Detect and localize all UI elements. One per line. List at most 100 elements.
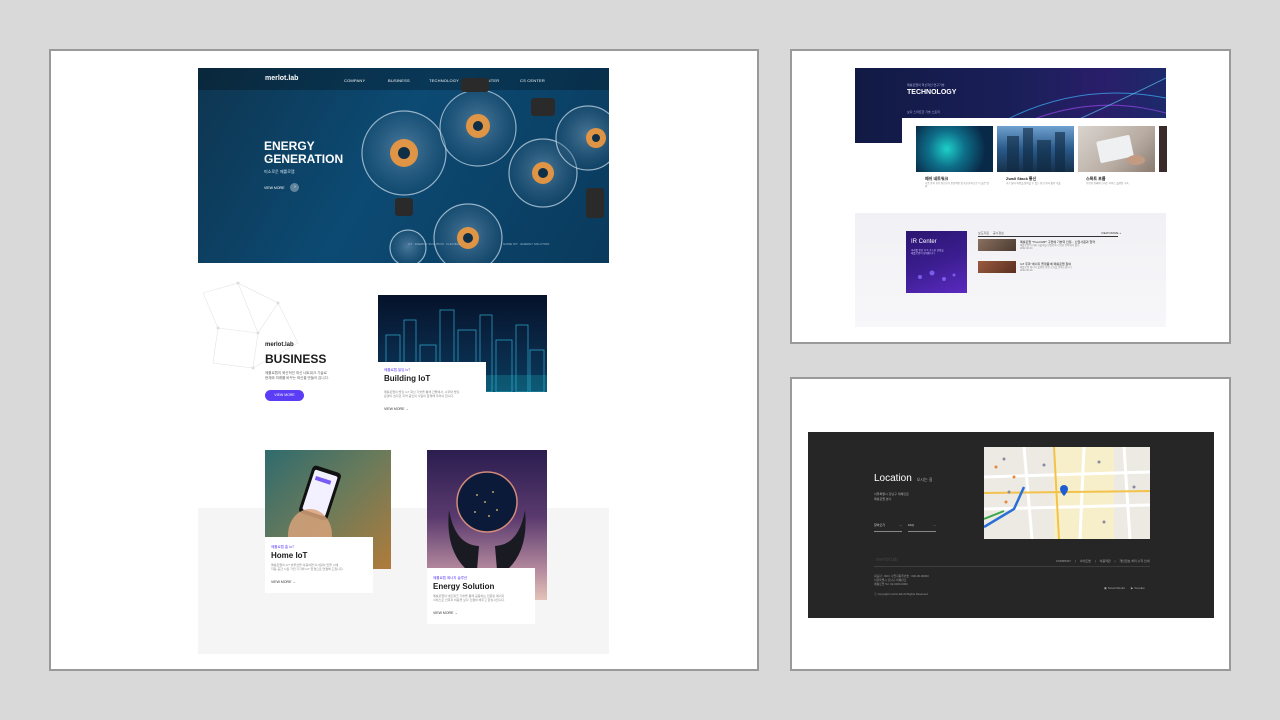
footer-logo: merlot.lab (876, 557, 898, 563)
tech-item-1-text: 메쉬 네트워크 기존 방식 무선 통신보다 안정적인 망구성 방식으로 더 넓은… (925, 176, 989, 188)
location-subtitle: 오시는 길 (916, 477, 933, 482)
divider: | (1074, 559, 1076, 563)
lightbulbs-illustration (361, 78, 609, 263)
ir-news-2-thumb[interactable] (978, 261, 1016, 273)
location-title-wrap: Location 오시는 길 (874, 473, 932, 484)
ir-tab-press[interactable]: 보도자료 (978, 231, 989, 235)
location-title: Location (874, 473, 912, 484)
building-iot-view-more-label: VIEW MORE (384, 407, 405, 411)
building-iot-desc: 메를로랩의 빌딩 IoT 최신 기술을 통해 건물에서, 시무와 빌딩 운영이 … (384, 390, 544, 398)
directions-button-label: 찾아오기 (874, 523, 886, 527)
hero-title-line2: GENERATION (264, 152, 344, 166)
home-iot-desc-line2: 자동 공간 시된 가전 기기와 IoT 환경으로 연결해 드립니다. (271, 567, 344, 571)
directions-button[interactable]: 찾아오기 → (874, 523, 902, 532)
app-icon: ▣ (1104, 586, 1107, 590)
ir-section: IR Center 미래를 향한 지속 가능한 성장을 메를로랩이 함께합니다 … (855, 213, 1166, 327)
tech-item-3-desc: 다양한 형태의 스마트 서비스 플랫폼 구축 (1086, 182, 1129, 185)
energy-solution-view-more-label: VIEW MORE (433, 611, 454, 615)
tech-item-1-image[interactable] (916, 126, 993, 172)
ir-news-1-thumb[interactable] (978, 239, 1016, 251)
ir-divider (978, 236, 1118, 237)
footer-links: COMPANY | 사이트맵 | 이용약관 | 개인정보 처리 수칙 안내 (1056, 559, 1150, 563)
business-view-more-button[interactable]: VIEW MORE (265, 390, 304, 401)
hero-footnote-right: HOME IOT · ENERGY SOLUTION (503, 242, 550, 246)
hero-subtitle: 미소로운 메를로랩 (264, 169, 295, 174)
footer-divider (874, 566, 1150, 567)
tech-item-4-image-partial (1159, 126, 1167, 172)
home-iot-tag: 메를로랩 홈 IoT (271, 545, 295, 549)
footer-preview: Location 오시는 길 서울특별시 강남구 테헤란로 메를로랩 본사 찾아… (790, 377, 1231, 671)
hero-title: ENERGY GENERATION (264, 140, 343, 166)
tech-kicker: 메를로랩의 혁신적인 연구기술 (907, 83, 945, 87)
energy-solution-desc: 메를로랩의 네트워크 기술을 통해 공용하는 전문된 에너지 서비스로 인력과 … (433, 594, 533, 602)
business-desc: 메를로랩의 혁신적인 최신 네트워크 기술로 현재와 미래를 바꾸는 혁신을 만… (265, 371, 329, 381)
tech-item-3-image[interactable] (1078, 126, 1155, 172)
company-info-line3: 메를로랩 Tel. 02-0000-0000 (874, 582, 908, 586)
tech-item-1-desc: 기존 방식 무선 통신보다 안정적인 망구성 방식으로 더 넓은 범위 (925, 182, 989, 188)
ir-view-more[interactable]: VIEW MORE + (1101, 231, 1121, 235)
social-links: ▣ Smart Merlot ▶ Youtube (1104, 586, 1145, 590)
building-iot-title: Building IoT (384, 374, 431, 383)
ir-tab-disclosure[interactable]: 공시정보 (993, 231, 1004, 235)
energy-solution-view-more[interactable]: VIEW MORE → (433, 611, 458, 615)
company-info: 대표자 : 000 | 사업자등록번호 : 000-00-00000 서울특별시… (874, 574, 929, 586)
energy-solution-title: Energy Solution (433, 582, 495, 591)
ir-news-1[interactable]: 메를로랩 "Trust IMP" 구현에 기술력 인정... 신입사원과 협약 … (1020, 240, 1118, 250)
home-iot-title: Home IoT (271, 551, 308, 560)
energy-solution-desc-line2: 서비스로 인력과 비용을 보다 간결히 해주고 향상시킵니다. (433, 598, 506, 602)
tech-item-2-image[interactable] (997, 126, 1074, 172)
building-iot-tag: 메를로랩 빌딩 IoT (384, 368, 411, 372)
footer-section: Location 오시는 길 서울특별시 강남구 테헤란로 메를로랩 본사 찾아… (808, 432, 1214, 618)
map-graphic (984, 447, 1150, 539)
smart-merlot-link[interactable]: ▣ Smart Merlot (1104, 586, 1125, 590)
energy-solution-card[interactable]: 메를로랩 에너지 솔루션 Energy Solution 메를로랩의 네트워크 … (427, 568, 535, 624)
business-logo: merlot.lab (265, 342, 294, 348)
faq-button-label: FAQ (908, 523, 915, 527)
footer-link-sitemap[interactable]: 사이트맵 (1080, 559, 1091, 563)
footer-link-terms[interactable]: 이용약관 (1100, 559, 1111, 563)
main-site-preview: merlot.lab COMPANY BUSINESS TECHNOLOGY I… (49, 49, 759, 671)
ir-news-2-date: 2022.00.00 (1020, 269, 1033, 272)
ir-news-2[interactable]: IoT 주파 '에너지 플랫폼'에 메를로랩 참여 메를로랩 에너지 플랫폼 관… (1020, 262, 1118, 272)
footer-link-privacy[interactable]: 개인정보 처리 수칙 안내 (1119, 559, 1149, 563)
youtube-label: Youtube (1133, 586, 1145, 590)
chip-graphic (918, 270, 956, 281)
faq-button[interactable]: FAQ → (908, 523, 936, 532)
skyscrapers-graphic (1007, 128, 1065, 172)
arrow-right-icon: → (899, 523, 902, 527)
divider: | (1114, 559, 1116, 563)
arrow-right-icon: → (405, 407, 409, 411)
tech-tagline: 보다 스마트한 기술 스토리 (907, 110, 940, 114)
location-map[interactable] (984, 447, 1150, 539)
business-title: BUSINESS (265, 352, 327, 366)
technology-ir-preview: 메를로랩의 혁신적인 연구기술 TECHNOLOGY 보다 스마트한 기술 스토… (790, 49, 1231, 344)
business-desc-line2: 현재와 미래를 바꾸는 혁신을 만들어 갑니다. (265, 376, 329, 380)
home-iot-desc: 메를로랩의 IoT 솔루션을 이용하면 이사람이 있을 시에 자동 공간 시된 … (271, 563, 371, 571)
arrow-right-icon: → (292, 580, 296, 584)
ir-desc: 미래를 향한 지속 가능한 성장을 메를로랩이 함께합니다 (911, 249, 944, 255)
youtube-link[interactable]: ▶ Youtube (1131, 586, 1145, 590)
arrow-right-icon: › (290, 183, 300, 192)
hero-view-more-label: VIEW MORE (264, 185, 285, 190)
home-iot-card[interactable]: 메를로랩 홈 IoT Home IoT 메를로랩의 IoT 솔루션을 이용하면 … (265, 537, 373, 593)
home-iot-view-more[interactable]: VIEW MORE → (271, 580, 296, 584)
arrow-right-icon: → (933, 523, 936, 527)
ir-title: IR Center (911, 239, 937, 245)
building-iot-view-more[interactable]: VIEW MORE → (384, 407, 409, 411)
youtube-icon: ▶ (1130, 586, 1134, 590)
building-iot-desc-line2: 운영이 쉽다던 지역 중인의 사람이 함께해 주어야 합니다. (384, 394, 455, 398)
tech-item-3-text: 스목트 포룸 다양한 형태의 스마트 서비스 플랫폼 구축 (1086, 176, 1150, 185)
copyright: ⓒ Copyright merlot.lab All Rights Reserv… (874, 592, 929, 596)
hero-section: merlot.lab COMPANY BUSINESS TECHNOLOGY I… (198, 68, 609, 263)
ir-tabs: 보도자료 공시정보 (978, 231, 1004, 235)
footer-link-company[interactable]: COMPANY (1056, 559, 1071, 563)
energy-solution-tag: 메를로랩 에너지 솔루션 (433, 576, 468, 580)
address: 서울특별시 강남구 테헤란로 메를로랩 본사 (874, 492, 909, 501)
logo[interactable]: merlot.lab (265, 75, 298, 82)
site-canvas: merlot.lab COMPANY BUSINESS TECHNOLOGY I… (198, 68, 609, 654)
hero-view-more[interactable]: VIEW MORE › (264, 183, 300, 192)
hero-footnote-left: IoT · ENERGY SOLUTION · FLEXIBLE (408, 242, 461, 246)
ir-card[interactable]: IR Center 미래를 향한 지속 가능한 성장을 메를로랩이 함께합니다 (906, 231, 967, 293)
building-iot-card[interactable]: 메를로랩 빌딩 IoT Building IoT (378, 362, 486, 407)
address-line1: 서울특별시 강남구 테헤란로 (874, 492, 909, 496)
